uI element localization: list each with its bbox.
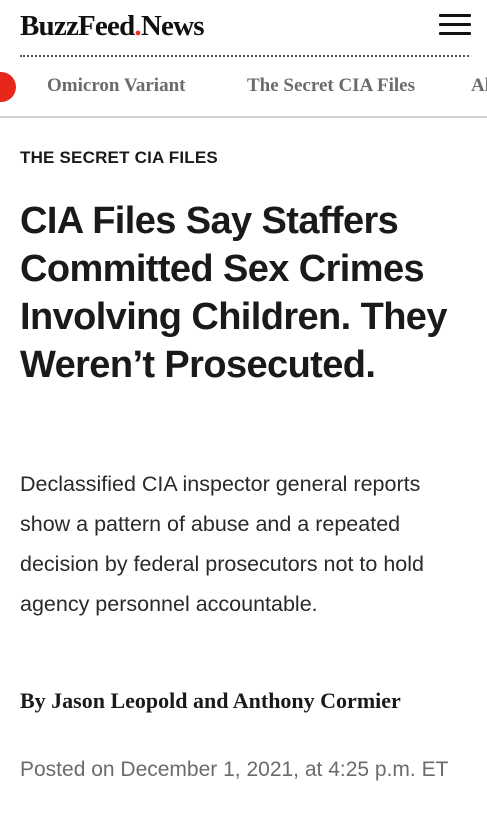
topic-badge-icon[interactable] <box>0 72 16 102</box>
section-label[interactable]: THE SECRET CIA FILES <box>20 148 218 168</box>
site-header: BuzzFeed.News <box>0 0 487 52</box>
logo-primary: BuzzFeed <box>20 10 135 42</box>
menu-line <box>439 32 471 35</box>
logo-secondary: News <box>140 10 205 42</box>
article-dek: Declassified CIA inspector general repor… <box>20 472 424 616</box>
header-divider <box>20 55 469 57</box>
menu-line <box>439 14 471 17</box>
topic-secret-cia-files[interactable]: The Secret CIA Files <box>247 75 415 97</box>
topic-nav: Omicron Variant The Secret CIA Files Al <box>0 62 487 116</box>
menu-line <box>439 23 471 26</box>
topic-omicron-variant[interactable]: Omicron Variant <box>47 75 185 97</box>
article-timestamp: Posted on December 1, 2021, at 4:25 p.m.… <box>20 758 449 781</box>
nav-divider <box>0 116 487 118</box>
hamburger-menu-icon[interactable] <box>439 14 471 38</box>
article-byline[interactable]: By Jason Leopold and Anthony Cormier <box>20 686 450 716</box>
topic-next-partial[interactable]: Al <box>471 75 487 97</box>
article-headline: CIA Files Say Staffers Committed Sex Cri… <box>20 200 447 386</box>
buzzfeed-news-logo[interactable]: BuzzFeed.News <box>20 10 205 43</box>
